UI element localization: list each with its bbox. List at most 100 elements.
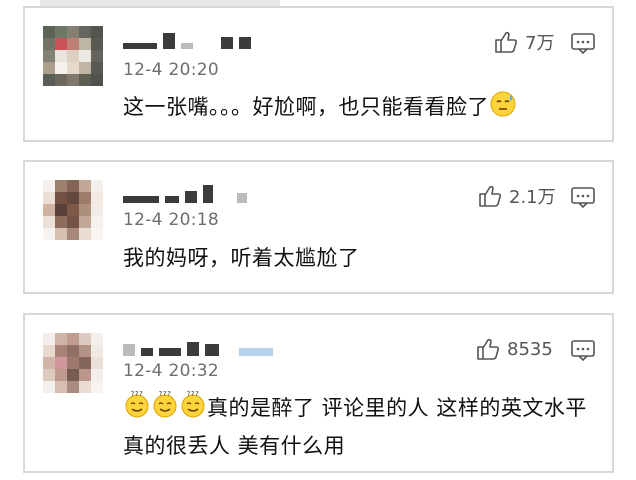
avatar-pixel xyxy=(55,74,67,86)
avatar-pixel xyxy=(67,333,79,345)
avatar-pixel xyxy=(43,26,55,38)
username-blurred[interactable] xyxy=(123,183,247,203)
avatar-pixel xyxy=(79,180,91,192)
avatar-pixel xyxy=(91,216,103,228)
avatar-pixel xyxy=(43,216,55,228)
avatar-pixel xyxy=(43,369,55,381)
avatar-pixel xyxy=(55,369,67,381)
avatar-pixel xyxy=(43,180,55,192)
avatar-pixel xyxy=(79,192,91,204)
avatar-pixel xyxy=(67,357,79,369)
avatar-pixel xyxy=(79,369,91,381)
comment-timestamp: 12-4 20:20 xyxy=(123,60,219,80)
like-count: 7万 xyxy=(525,33,555,54)
avatar-pixel xyxy=(55,204,67,216)
avatar-pixel xyxy=(67,216,79,228)
avatar-pixel xyxy=(43,345,55,357)
avatar-pixel xyxy=(43,357,55,369)
like-count: 8535 xyxy=(507,338,553,360)
sweat-emoji-icon xyxy=(489,90,517,118)
avatar-pixel xyxy=(91,74,103,86)
avatar[interactable] xyxy=(43,333,103,393)
avatar-pixel xyxy=(55,38,67,50)
comment-text: 这一张嘴。。。好尬啊，也只能看看脸了 xyxy=(123,88,517,126)
avatar-pixel xyxy=(55,192,67,204)
avatar[interactable] xyxy=(43,180,103,240)
comment-card: 12-4 20:20 这一张嘴。。。好尬啊，也只能看看脸了 7万 xyxy=(23,6,614,142)
comment-icon[interactable] xyxy=(570,31,596,55)
avatar-pixel xyxy=(79,26,91,38)
thumbs-up-icon xyxy=(479,185,502,207)
avatar-pixel xyxy=(55,345,67,357)
avatar-pixel xyxy=(55,26,67,38)
avatar-pixel xyxy=(79,62,91,74)
dizzy-smile-emoji-icon: ??? xyxy=(151,390,179,419)
avatar-pixel xyxy=(79,333,91,345)
avatar-pixel xyxy=(43,62,55,74)
avatar-pixel xyxy=(55,228,67,240)
like-count: 2.1万 xyxy=(509,187,556,208)
avatar-pixel xyxy=(67,180,79,192)
avatar-pixel xyxy=(79,345,91,357)
avatar-pixel xyxy=(79,74,91,86)
avatar-pixel xyxy=(43,333,55,345)
avatar-pixel xyxy=(79,228,91,240)
avatar-pixel xyxy=(67,38,79,50)
username-blurred[interactable] xyxy=(123,336,273,356)
avatar-pixel xyxy=(67,62,79,74)
avatar-pixel xyxy=(91,381,103,393)
avatar-pixel xyxy=(55,333,67,345)
thumbs-up-icon xyxy=(477,338,500,360)
avatar-pixel xyxy=(91,50,103,62)
avatar-pixel xyxy=(43,192,55,204)
avatar-pixel xyxy=(79,204,91,216)
avatar-pixel xyxy=(55,50,67,62)
avatar-pixel xyxy=(67,204,79,216)
svg-text:???: ??? xyxy=(131,391,144,398)
avatar-pixel xyxy=(91,62,103,74)
avatar-pixel xyxy=(55,357,67,369)
svg-text:???: ??? xyxy=(159,391,172,398)
avatar-pixel xyxy=(55,180,67,192)
avatar-pixel xyxy=(79,216,91,228)
thumbs-up-icon xyxy=(495,31,518,53)
avatar-pixel xyxy=(91,204,103,216)
comment-icon[interactable] xyxy=(570,338,596,362)
avatar-pixel xyxy=(79,38,91,50)
avatar-pixel xyxy=(55,216,67,228)
like-button[interactable]: 8535 xyxy=(475,336,553,362)
comment-timestamp: 12-4 20:18 xyxy=(123,210,219,230)
avatar-pixel xyxy=(55,381,67,393)
avatar-pixel xyxy=(67,26,79,38)
avatar-pixel xyxy=(67,192,79,204)
avatar-pixel xyxy=(67,74,79,86)
like-button[interactable]: 2.1万 xyxy=(477,183,556,209)
comment-text: ??? ??? ??? 真的是醉了 评论里的人 这样的英文水平真的很丢人 美有什… xyxy=(123,390,587,458)
avatar-pixel xyxy=(91,180,103,192)
comment-card: 12-4 20:32 ??? ??? ??? 真的是醉了 评论里的人 这样的英文… xyxy=(23,313,614,473)
avatar-pixel xyxy=(79,357,91,369)
avatar-pixel xyxy=(91,357,103,369)
avatar-pixel xyxy=(43,74,55,86)
like-button[interactable]: 7万 xyxy=(493,29,554,55)
avatar-pixel xyxy=(91,26,103,38)
avatar-pixel xyxy=(91,333,103,345)
avatar-pixel xyxy=(67,345,79,357)
comment-icon[interactable] xyxy=(570,185,596,209)
dizzy-smile-emoji-icon: ??? xyxy=(123,390,151,419)
avatar-pixel xyxy=(91,38,103,50)
avatar-pixel xyxy=(91,345,103,357)
username-blurred[interactable] xyxy=(123,29,251,49)
dizzy-smile-emoji-icon: ??? xyxy=(179,390,207,419)
comment-text: 我的妈呀，听着太尴尬了 xyxy=(123,246,360,270)
avatar-pixel xyxy=(79,381,91,393)
avatar[interactable] xyxy=(43,26,103,86)
avatar-pixel xyxy=(67,228,79,240)
avatar-pixel xyxy=(43,228,55,240)
comment-card: 12-4 20:18 我的妈呀，听着太尴尬了 2.1万 xyxy=(23,160,614,294)
svg-text:???: ??? xyxy=(187,391,200,398)
avatar-pixel xyxy=(55,62,67,74)
avatar-pixel xyxy=(91,192,103,204)
avatar-pixel xyxy=(43,50,55,62)
avatar-pixel xyxy=(43,38,55,50)
